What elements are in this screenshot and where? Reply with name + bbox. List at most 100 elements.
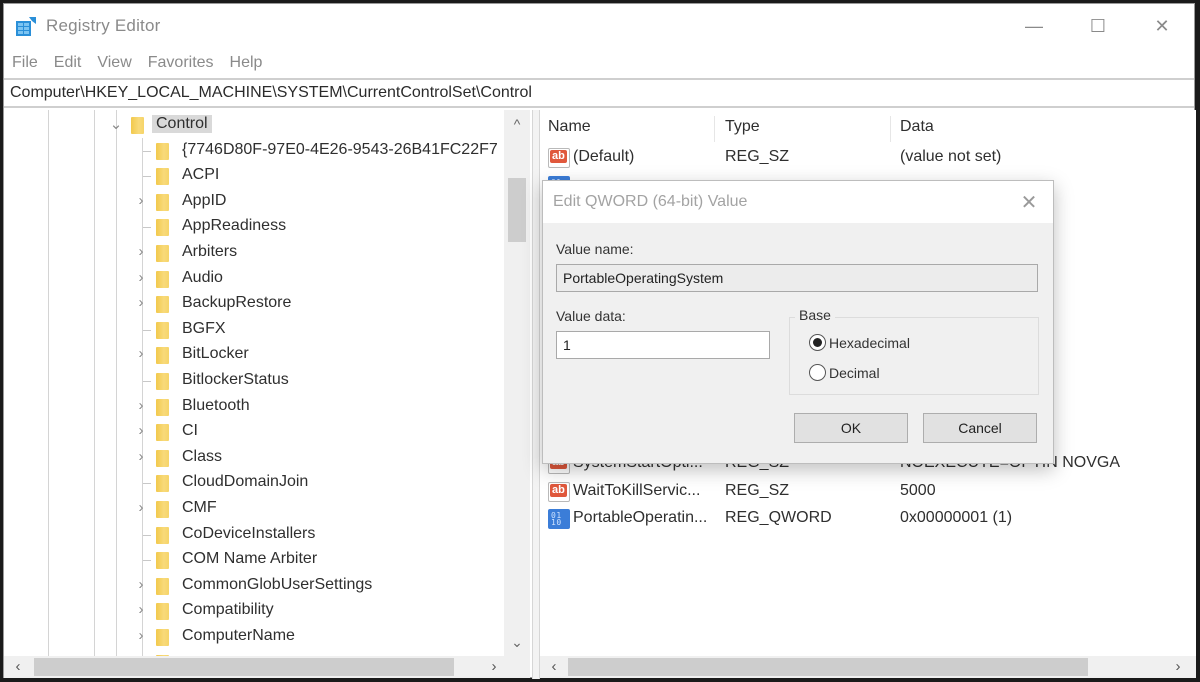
tree-connector xyxy=(143,483,151,485)
tree-item[interactable]: › BitLocker xyxy=(4,343,504,369)
tree-item[interactable]: {7746D80F-97E0-4E26-9543-26B41FC22F7 xyxy=(4,139,504,165)
address-bar[interactable]: Computer\HKEY_LOCAL_MACHINE\SYSTEM\Curre… xyxy=(4,78,1194,108)
edit-qword-dialog: Edit QWORD (64-bit) Value ✕ Value name: … xyxy=(542,180,1054,464)
tree-item-control[interactable]: ⌄ Control xyxy=(4,113,504,139)
value-row[interactable]: 01 10 PortableOperatin... REG_QWORD 0x000000… xyxy=(540,505,1196,533)
tree-item[interactable]: › Class xyxy=(4,446,504,472)
folder-icon xyxy=(156,629,169,646)
tree-item-label: CommonGlobUserSettings xyxy=(182,575,373,593)
menu-favorites[interactable]: Favorites xyxy=(148,50,214,76)
column-header-type[interactable]: Type xyxy=(725,118,760,136)
tree-horizontal-scrollbar[interactable]: ‹ › xyxy=(4,656,530,678)
folder-icon xyxy=(156,168,169,186)
folder-icon xyxy=(156,245,169,262)
folder-icon xyxy=(156,552,169,570)
tree-item[interactable]: BitlockerStatus xyxy=(4,369,504,395)
column-header-name[interactable]: Name xyxy=(548,118,591,136)
value-name-field[interactable] xyxy=(556,264,1038,292)
chevron-right-icon[interactable]: › xyxy=(134,422,148,439)
tree-item[interactable]: › AppID xyxy=(4,190,504,216)
list-horizontal-scrollbar[interactable]: ‹ › xyxy=(540,656,1196,678)
tree-item[interactable]: BGFX xyxy=(4,318,504,344)
column-divider[interactable] xyxy=(890,116,891,142)
tree-item[interactable]: › CommonGlobUserSettings xyxy=(4,574,504,600)
value-row[interactable]: ab WaitToKillServic... REG_SZ 5000 xyxy=(540,478,1196,506)
pane-splitter[interactable] xyxy=(532,110,540,679)
menu-edit[interactable]: Edit xyxy=(54,50,82,76)
tree-item[interactable]: › Audio xyxy=(4,267,504,293)
scrollbar-thumb[interactable] xyxy=(508,178,526,242)
folder-icon xyxy=(156,373,169,390)
column-divider[interactable] xyxy=(714,116,715,142)
chevron-right-icon[interactable]: › xyxy=(134,499,148,516)
scroll-left-icon[interactable]: ‹ xyxy=(542,656,566,678)
menu-view[interactable]: View xyxy=(97,50,131,76)
tree-vertical-scrollbar[interactable]: ^ ⌄ xyxy=(504,110,530,656)
radio-unchecked-icon[interactable] xyxy=(809,364,826,381)
tree-item-label: Compatibility xyxy=(182,601,274,619)
folder-icon xyxy=(156,475,169,493)
radio-label: Decimal xyxy=(829,364,880,381)
menu-file[interactable]: File xyxy=(12,50,38,76)
value-name-label: Value name: xyxy=(556,241,634,257)
value-row[interactable]: ab (Default) REG_SZ (value not set) xyxy=(540,144,1196,172)
tree-item[interactable]: › CMF xyxy=(4,497,504,523)
value-data: (value not set) xyxy=(900,148,1002,165)
tree-item-label: Audio xyxy=(182,268,223,286)
chevron-right-icon[interactable]: › xyxy=(134,576,148,593)
chevron-down-icon[interactable]: ⌄ xyxy=(109,115,123,133)
tree-item[interactable]: › BackupRestore xyxy=(4,292,504,318)
value-data-label: Value data: xyxy=(556,308,626,324)
value-data-field[interactable] xyxy=(556,331,770,359)
minimize-button[interactable]: — xyxy=(1002,4,1066,48)
scroll-up-icon[interactable]: ^ xyxy=(504,112,530,136)
tree-item-label: CI xyxy=(182,422,198,440)
chevron-right-icon[interactable]: › xyxy=(134,345,148,362)
minimize-icon: — xyxy=(1025,15,1043,36)
scroll-left-icon[interactable]: ‹ xyxy=(6,656,30,678)
tree-item-label: CloudDomainJoin xyxy=(182,473,309,491)
radio-hexadecimal[interactable]: Hexadecimal xyxy=(809,334,910,351)
chevron-right-icon[interactable]: › xyxy=(134,448,148,465)
tree-item[interactable]: CoDeviceInstallers xyxy=(4,523,504,549)
column-header-data[interactable]: Data xyxy=(900,118,934,136)
tree-item[interactable]: COM Name Arbiter xyxy=(4,548,504,574)
chevron-right-icon[interactable]: › xyxy=(134,601,148,618)
chevron-right-icon[interactable]: › xyxy=(134,269,148,286)
dialog-title-bar: Edit QWORD (64-bit) Value ✕ xyxy=(543,181,1053,223)
maximize-button[interactable]: ☐ xyxy=(1066,4,1130,48)
tree-item-label: AppReadiness xyxy=(182,217,287,235)
tree-item-label: {7746D80F-97E0-4E26-9543-26B41FC22F7 xyxy=(182,140,498,158)
scroll-right-icon[interactable]: › xyxy=(1166,656,1190,678)
radio-decimal[interactable]: Decimal xyxy=(809,364,880,381)
scroll-right-icon[interactable]: › xyxy=(482,656,506,678)
string-value-icon: ab xyxy=(548,148,570,168)
close-button[interactable]: ✕ xyxy=(1130,4,1194,48)
chevron-right-icon[interactable]: › xyxy=(134,627,148,644)
chevron-right-icon[interactable]: › xyxy=(134,192,148,209)
scroll-down-icon[interactable]: ⌄ xyxy=(504,630,530,654)
key-tree-pane: ⌄ Control {7746D80F-97E0-4E26-9543-26B41… xyxy=(4,110,532,656)
tree-item[interactable]: › CI xyxy=(4,420,504,446)
menu-help[interactable]: Help xyxy=(230,50,263,76)
tree-item[interactable]: › Arbiters xyxy=(4,241,504,267)
tree-item[interactable]: › Bluetooth xyxy=(4,395,504,421)
scrollbar-thumb[interactable] xyxy=(34,658,454,676)
chevron-right-icon[interactable]: › xyxy=(134,294,148,311)
tree-item[interactable]: ACPI xyxy=(4,164,504,190)
ok-button[interactable]: OK xyxy=(794,413,908,443)
chevron-right-icon[interactable]: › xyxy=(134,243,148,260)
chevron-right-icon[interactable]: › xyxy=(134,397,148,414)
tree-item[interactable]: › ComputerName xyxy=(4,625,504,651)
cancel-button[interactable]: Cancel xyxy=(923,413,1037,443)
tree-item[interactable]: › Compatibility xyxy=(4,599,504,625)
dialog-close-icon[interactable]: ✕ xyxy=(1017,190,1041,215)
base-group-box xyxy=(789,317,1039,395)
tree-item-label: AppID xyxy=(182,191,227,209)
radio-checked-icon[interactable] xyxy=(809,334,826,351)
scrollbar-thumb[interactable] xyxy=(568,658,1088,676)
tree-item[interactable]: AppReadiness xyxy=(4,215,504,241)
folder-icon xyxy=(156,219,169,237)
tree-item-label: CoDeviceInstallers xyxy=(182,524,316,542)
tree-item[interactable]: CloudDomainJoin xyxy=(4,471,504,497)
